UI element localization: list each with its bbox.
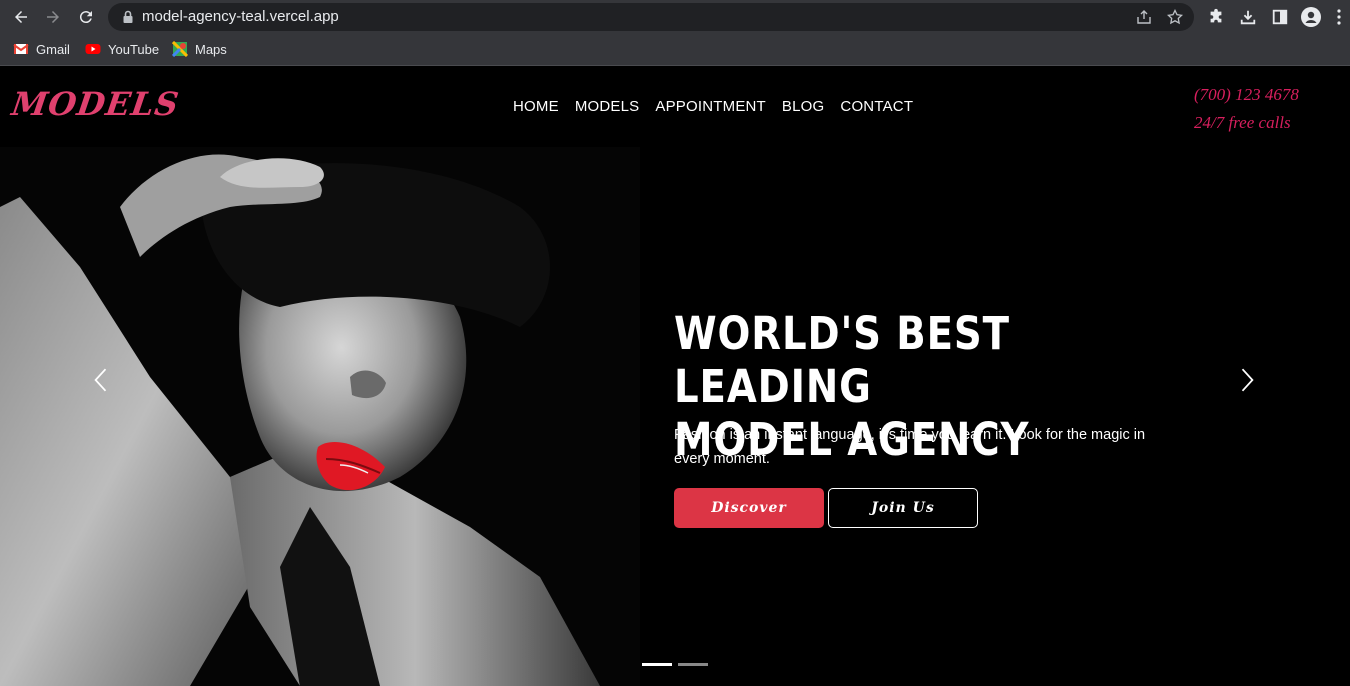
main-nav: HOME MODELS APPOINTMENT BLOG CONTACT [513, 98, 913, 115]
bookmark-label: Gmail [36, 41, 70, 57]
carousel-indicator-1[interactable] [642, 663, 672, 666]
hero-title-line1: WORLD'S BEST LEADING [674, 307, 1010, 413]
nav-appointment[interactable]: APPOINTMENT [655, 98, 766, 115]
bookmark-label: Maps [195, 41, 227, 57]
hero-subtitle: Fashion is an instant language, it's tim… [674, 427, 1146, 467]
phone-contact: (700) 123 4678 24/7 free calls [1194, 81, 1299, 137]
carousel-indicators [642, 663, 708, 666]
bookmark-gmail[interactable]: Gmail [13, 40, 70, 58]
bookmark-maps[interactable]: Maps [172, 40, 227, 58]
nav-home[interactable]: HOME [513, 98, 559, 115]
gmail-icon [13, 44, 29, 54]
carousel-indicator-2[interactable] [678, 663, 708, 666]
phone-note: 24/7 free calls [1194, 113, 1291, 132]
bookmark-label: YouTube [108, 41, 160, 57]
discover-button[interactable]: Discover [674, 488, 824, 528]
nav-blog[interactable]: BLOG [782, 98, 824, 115]
phone-number[interactable]: (700) 123 4678 [1194, 81, 1299, 109]
nav-contact[interactable]: CONTACT [840, 98, 913, 115]
back-icon[interactable] [9, 5, 33, 29]
carousel-prev-icon[interactable] [88, 363, 114, 397]
nav-models[interactable]: MODELS [575, 98, 640, 115]
share-icon[interactable] [1136, 9, 1152, 25]
youtube-icon [85, 44, 101, 54]
hero-model-photo [0, 147, 640, 686]
lock-icon [123, 10, 133, 23]
bookmark-star-icon[interactable] [1167, 9, 1183, 25]
site-logo[interactable]: MODELS [9, 85, 181, 123]
hero-carousel: WORLD'S BEST LEADING MODEL AGENCY Fashio… [0, 147, 1350, 686]
url-text: model-agency-teal.vercel.app [142, 8, 339, 25]
maps-icon [172, 41, 188, 57]
download-icon[interactable] [1238, 7, 1258, 27]
profile-avatar-icon[interactable] [1301, 7, 1321, 27]
join-us-button[interactable]: Join Us [828, 488, 978, 528]
forward-icon[interactable] [41, 5, 65, 29]
bookmark-youtube[interactable]: YouTube [85, 40, 159, 58]
reload-icon[interactable] [74, 5, 98, 29]
side-panel-icon[interactable] [1270, 7, 1290, 27]
carousel-next-icon[interactable] [1234, 363, 1260, 397]
menu-kebab-icon[interactable] [1333, 7, 1345, 27]
bookmarks-bar: Gmail YouTube Maps [0, 34, 1350, 66]
site-header: MODELS HOME MODELS APPOINTMENT BLOG CONT… [0, 67, 1350, 147]
browser-toolbar: model-agency-teal.vercel.app [0, 0, 1350, 34]
address-bar[interactable]: model-agency-teal.vercel.app [108, 3, 1194, 31]
extensions-icon[interactable] [1206, 7, 1226, 27]
